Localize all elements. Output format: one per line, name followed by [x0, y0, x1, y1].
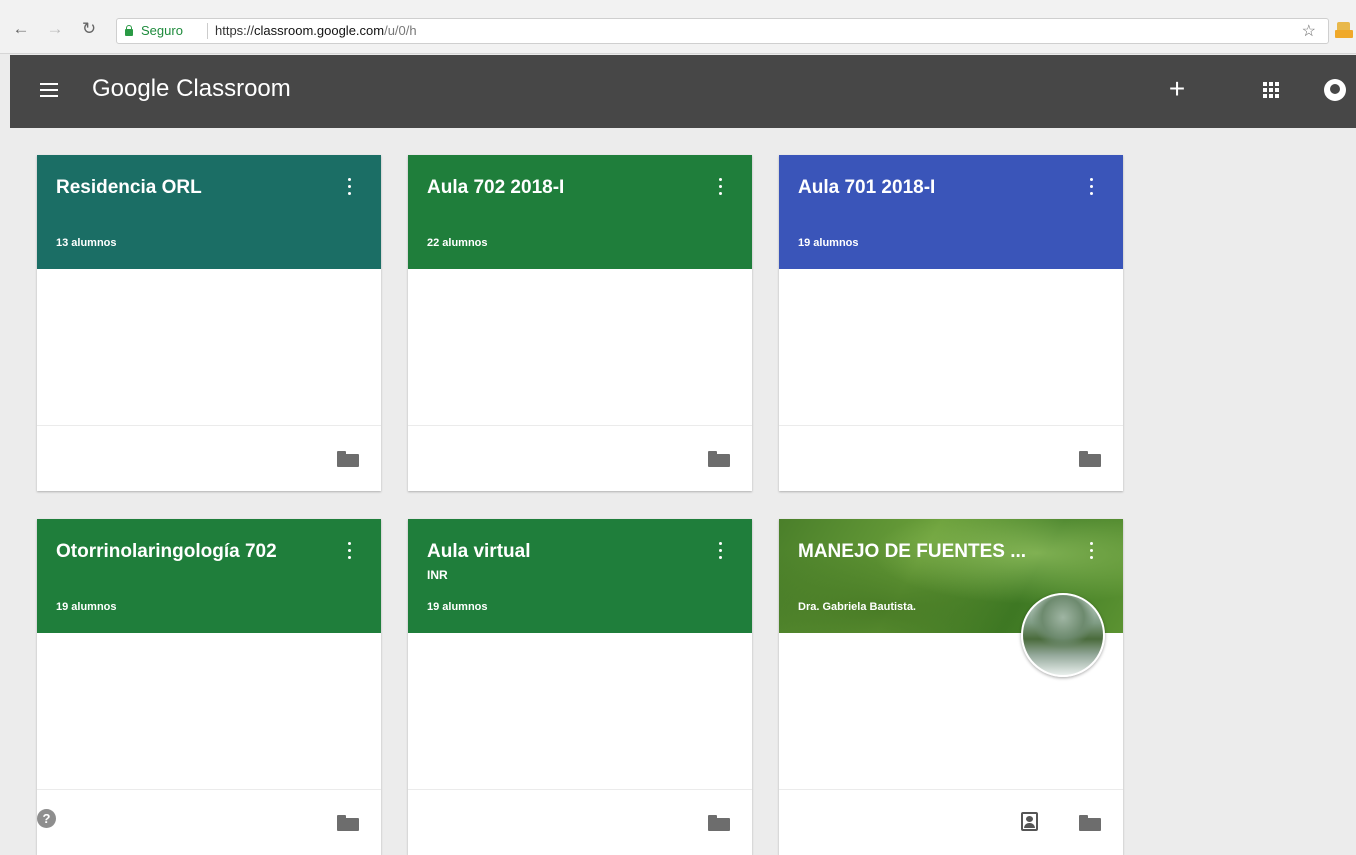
add-class-icon[interactable]: +	[1165, 75, 1189, 103]
class-list: Residencia ORL 13 alumnos Aula 702 2018-…	[10, 128, 1356, 855]
class-title[interactable]: Otorrinolaringología 702	[56, 541, 316, 563]
card-divider	[408, 789, 752, 790]
app-bar: Google Classroom +	[10, 55, 1356, 128]
url-host: classroom.google.com	[254, 23, 385, 38]
card-divider	[37, 425, 381, 426]
class-student-count: 19 alumnos	[427, 601, 488, 613]
folder-icon[interactable]	[337, 815, 359, 831]
hamburger-menu-icon[interactable]	[40, 83, 58, 97]
secure-label: Seguro	[141, 23, 183, 38]
card-divider	[779, 425, 1123, 426]
class-title[interactable]: MANEJO DE FUENTES ...	[798, 541, 1058, 563]
class-card[interactable]: Otorrinolaringología 702 19 alumnos	[37, 519, 381, 855]
url-scheme: https://	[215, 23, 255, 38]
app-title[interactable]: Google Classroom	[92, 75, 291, 103]
lock-icon	[125, 25, 133, 36]
more-options-icon[interactable]	[1079, 175, 1103, 199]
bookmark-star-icon[interactable]: ☆	[1302, 21, 1316, 41]
card-divider	[408, 425, 752, 426]
class-title[interactable]: Residencia ORL	[56, 177, 316, 199]
class-title[interactable]: Aula 702 2018-I	[427, 177, 687, 199]
more-options-icon[interactable]	[708, 175, 732, 199]
url-path: /u/0/h	[384, 23, 417, 38]
card-divider	[37, 789, 381, 790]
folder-icon[interactable]	[337, 451, 359, 467]
class-teacher-name: Dra. Gabriela Bautista.	[798, 601, 916, 613]
class-student-count: 13 alumnos	[56, 237, 117, 249]
more-options-icon[interactable]	[708, 539, 732, 563]
class-card[interactable]: Aula 701 2018-I 19 alumnos	[779, 155, 1123, 491]
class-student-count: 19 alumnos	[56, 601, 117, 613]
class-student-count: 22 alumnos	[427, 237, 488, 249]
more-options-icon[interactable]	[337, 175, 361, 199]
class-card[interactable]: Aula 702 2018-I 22 alumnos	[408, 155, 752, 491]
class-card-header: Aula 702 2018-I 22 alumnos	[408, 155, 752, 269]
folder-icon[interactable]	[1079, 451, 1101, 467]
address-bar[interactable]: Seguro https://classroom.google.com/u/0/…	[116, 18, 1329, 44]
class-card-header: Aula virtual INR 19 alumnos	[408, 519, 752, 633]
teacher-avatar	[1021, 593, 1105, 677]
folder-icon[interactable]	[708, 815, 730, 831]
class-student-count: 19 alumnos	[798, 237, 859, 249]
class-card-header: Otorrinolaringología 702 19 alumnos	[37, 519, 381, 633]
class-section: INR	[427, 568, 448, 582]
url-text[interactable]: https://classroom.google.com/u/0/h	[215, 23, 417, 38]
class-card[interactable]: MANEJO DE FUENTES ... Dra. Gabriela Baut…	[779, 519, 1123, 855]
class-title[interactable]: Aula virtual	[427, 541, 687, 563]
reload-icon[interactable]: ↻	[80, 20, 98, 38]
class-title[interactable]: Aula 701 2018-I	[798, 177, 1058, 199]
apps-grid-icon[interactable]	[1263, 82, 1279, 98]
folder-icon[interactable]	[708, 451, 730, 467]
forward-arrow-icon[interactable]: →	[46, 20, 64, 38]
address-divider	[207, 23, 208, 39]
extension-icon[interactable]	[1334, 20, 1354, 40]
class-card[interactable]: Residencia ORL 13 alumnos	[37, 155, 381, 491]
class-card-header: Aula 701 2018-I 19 alumnos	[779, 155, 1123, 269]
class-card[interactable]: Aula virtual INR 19 alumnos	[408, 519, 752, 855]
class-card-header: Residencia ORL 13 alumnos	[37, 155, 381, 269]
more-options-icon[interactable]	[337, 539, 361, 563]
browser-toolbar: ← → ↻ Seguro https://classroom.google.co…	[0, 0, 1356, 54]
more-options-icon[interactable]	[1079, 539, 1103, 563]
account-avatar-icon[interactable]	[1324, 79, 1346, 101]
card-divider	[779, 789, 1123, 790]
app-title-brand: Google	[92, 75, 170, 102]
help-icon[interactable]: ?	[37, 809, 56, 828]
folder-icon[interactable]	[1079, 815, 1101, 831]
gradebook-icon[interactable]	[1021, 812, 1038, 831]
app-title-product: Classroom	[176, 75, 291, 102]
back-arrow-icon[interactable]: ←	[12, 20, 30, 38]
